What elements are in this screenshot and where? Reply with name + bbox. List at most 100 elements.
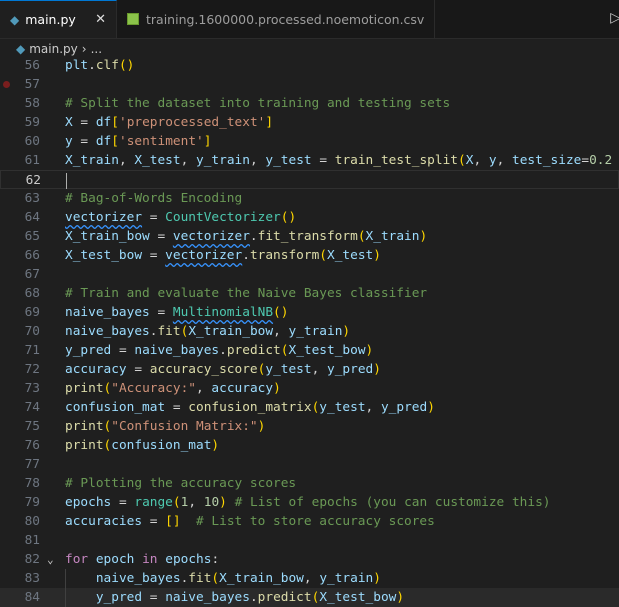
line-number: 64 [24,210,40,225]
code-line[interactable]: 71 y_pred = naive_bayes.predict(X_test_bo… [0,341,619,360]
tab-main-py[interactable]: ◆ main.py ✕ [0,0,117,38]
code-line[interactable]: 58 # Split the dataset into training and … [0,94,619,113]
code-line[interactable]: 60 y = df['sentiment'] [0,132,619,151]
code-token: : [211,552,220,567]
code-text [66,171,67,190]
code-text: X_train, X_test, y_train, y_test = train… [65,151,612,170]
code-line[interactable]: 81 [0,531,619,550]
code-line[interactable]: 74 confusion_mat = confusion_matrix(y_tes… [0,398,619,417]
code-line[interactable]: 56 plt.clf() [0,56,619,75]
line-number: 61 [24,153,40,168]
code-token: ) [373,248,381,263]
code-line[interactable]: 76 print(confusion_mat) [0,436,619,455]
text-cursor [66,172,67,189]
line-number: 70 [24,324,40,339]
code-token: = [149,305,173,320]
code-token: ) [419,229,428,244]
code-line[interactable]: 66 X_test_bow = vectorizer.transform(X_te… [0,246,619,265]
code-text: naive_bayes.fit(X_train_bow, y_train) [65,569,381,588]
code-token: y [65,134,73,149]
code-token: MultinomialNB [172,305,274,320]
code-line[interactable]: 62 [0,170,619,189]
code-token: ] [203,134,212,149]
code-token: = [72,134,96,149]
code-token: , [180,153,197,168]
line-number: 82 [24,552,40,567]
line-number: 63 [24,191,40,206]
code-token: , [303,571,320,586]
code-token: df [95,134,112,149]
code-text: X_train_bow = vectorizer.fit_transform(X… [65,227,427,246]
code-token: predict [257,590,312,605]
code-token: = [149,229,173,244]
code-line[interactable]: 84 y_pred = naive_bayes.predict(X_test_b… [0,588,619,607]
code-token: X_test [327,248,374,263]
code-token: , [118,153,135,168]
tab-csv[interactable]: training.1600000.processed.noemoticon.cs… [117,0,436,38]
code-text: X = df['preprocessed_text'] [65,113,273,132]
code-token: () [118,58,135,73]
fold-chevron-icon[interactable]: ⌄ [47,550,54,569]
tab-label: training.1600000.processed.noemoticon.cs… [146,11,425,27]
code-line[interactable]: 83 naive_bayes.fit(X_train_bow, y_train) [0,569,619,588]
line-number: 74 [24,400,40,415]
code-token: X_test_bow [319,590,397,605]
code-line[interactable]: 77 [0,455,619,474]
code-line[interactable]: 78 # Plotting the accuracy scores [0,474,619,493]
code-token: y_test [265,153,312,168]
line-number: 59 [24,115,40,130]
code-token: X_test [134,153,181,168]
code-line[interactable]: 63 # Bag-of-Words Encoding [0,189,619,208]
code-line[interactable]: 70 naive_bayes.fit(X_train_bow, y_train) [0,322,619,341]
code-token: y_train [288,324,343,339]
code-token: accuracy [211,381,274,396]
code-line[interactable]: 59 X = df['preprocessed_text'] [0,113,619,132]
code-text: vectorizer = CountVectorizer() [65,208,296,227]
breadcrumb-file[interactable]: main.py [29,42,78,56]
code-line[interactable]: 75 print("Confusion Matrix:") [0,417,619,436]
line-number: 57 [24,77,40,92]
code-token: confusion_mat [111,438,212,453]
python-icon: ◆ [16,42,26,56]
code-token: # List of epochs (you can customize this… [226,495,551,510]
code-token: y_pred [327,362,374,377]
code-line[interactable]: 64 vectorizer = CountVectorizer() [0,208,619,227]
code-text: accuracy = accuracy_score(y_test, y_pred… [65,360,381,379]
code-line[interactable]: 67 [0,265,619,284]
code-token: epoch [95,552,135,567]
code-text: print("Accuracy:", accuracy) [65,379,281,398]
code-token: transform [249,248,320,263]
code-line[interactable]: 79 epochs = range(1, 10) # List of epochs… [0,493,619,512]
code-line[interactable]: 57 [0,75,619,94]
code-token: X_train_bow [65,229,150,244]
code-text: # Bag-of-Words Encoding [65,189,242,208]
code-line[interactable]: 61 X_train, X_test, y_train, y_test = tra… [0,151,619,170]
code-line[interactable]: 80 accuracies = [] # List to store accura… [0,512,619,531]
code-line[interactable]: 73 print("Accuracy:", accuracy) [0,379,619,398]
code-token: predict [226,343,281,358]
code-line[interactable]: 65 X_train_bow = vectorizer.fit_transform… [0,227,619,246]
code-token: naive_bayes [65,305,150,320]
line-number: 72 [24,362,40,377]
close-icon[interactable]: ✕ [95,12,106,27]
line-number: 79 [24,495,40,510]
code-token: y_test [265,362,312,377]
code-line[interactable]: 82 ⌄ for epoch in epochs: [0,550,619,569]
code-token: , [249,153,266,168]
code-line[interactable]: 72 accuracy = accuracy_score(y_test, y_pr… [0,360,619,379]
code-editor[interactable]: 56 plt.clf() 57 58 # Split the dataset into … [0,56,619,607]
code-token: . [249,229,258,244]
code-text: y_pred = naive_bayes.predict(X_test_bow) [65,588,404,607]
line-number: 73 [24,381,40,396]
code-token: ) [219,495,227,510]
code-token: accuracy_score [149,362,258,377]
code-token: 10 [203,495,220,510]
run-icon[interactable]: ▷ [610,10,619,26]
code-token: y_pred [380,400,428,415]
breadcrumb-symbols[interactable]: ... [91,42,102,56]
code-token: ( [458,153,466,168]
code-line[interactable]: 69 naive_bayes = MultinomialNB() [0,303,619,322]
code-line[interactable]: 68 # Train and evaluate the Naive Bayes c… [0,284,619,303]
code-token: . [88,58,96,73]
